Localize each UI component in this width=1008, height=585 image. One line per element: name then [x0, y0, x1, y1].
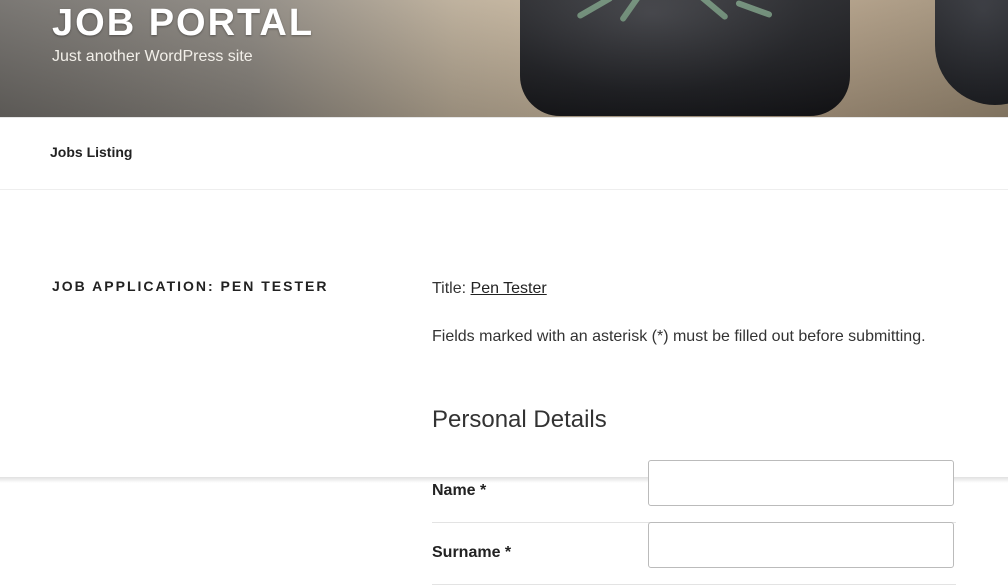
site-description: Just another WordPress site	[52, 48, 253, 65]
name-field-label: Name *	[432, 482, 487, 499]
name-field[interactable]	[648, 460, 954, 506]
surname-field-label: Surname *	[432, 544, 512, 561]
required-fields-notice: Fields marked with an asterisk (*) must …	[432, 328, 926, 345]
nav-item-jobs-listing[interactable]: Jobs Listing	[50, 144, 132, 160]
page-title: JOB APPLICATION: PEN TESTER	[52, 278, 329, 294]
main-navigation: Jobs Listing	[0, 117, 1008, 190]
site-title[interactable]: JOB PORTAL	[52, 2, 314, 45]
form-row-name: Name *	[432, 460, 956, 523]
form-row-surname: Surname *	[432, 522, 956, 585]
site-header-banner: JOB PORTAL Just another WordPress site	[0, 0, 1008, 117]
job-title-line: Title: Pen Tester	[432, 280, 547, 298]
job-title-prefix: Title:	[432, 280, 467, 297]
section-heading-personal-details: Personal Details	[432, 406, 607, 433]
surname-field[interactable]	[648, 522, 954, 568]
job-title-link[interactable]: Pen Tester	[471, 280, 547, 297]
